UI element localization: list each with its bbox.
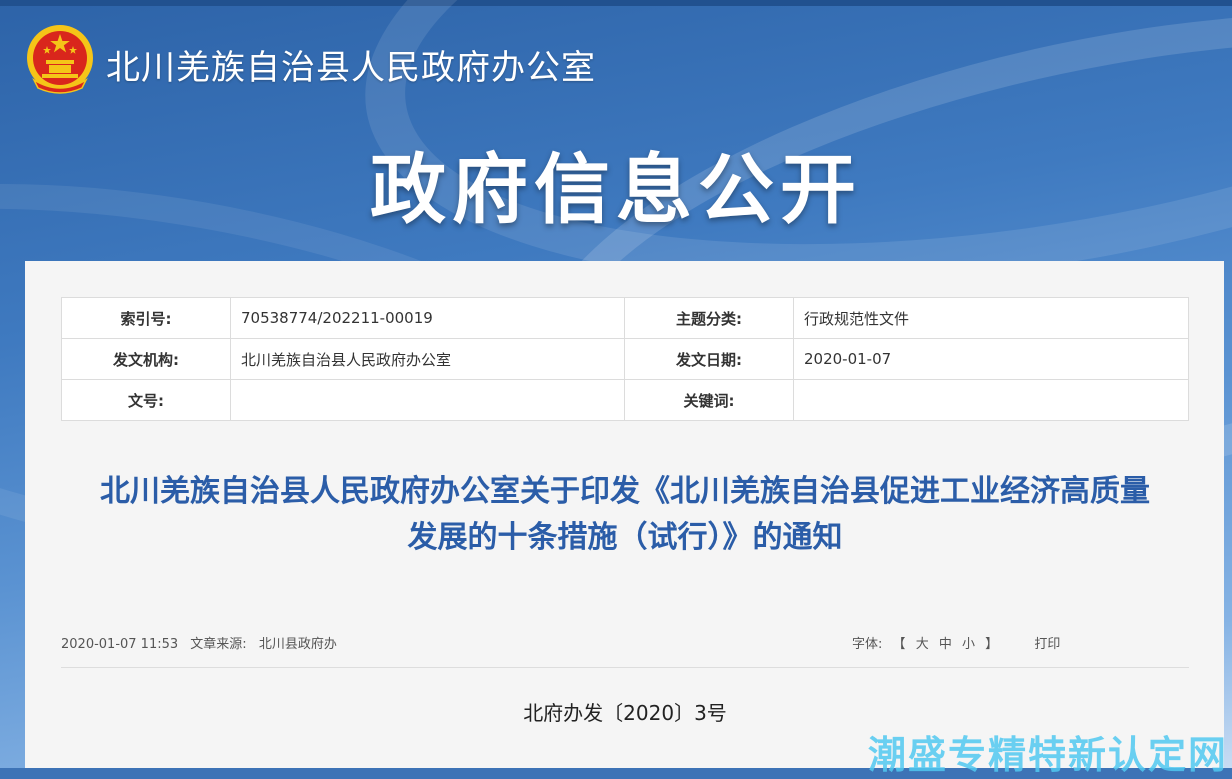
- index-value: 70538774/202211-00019: [230, 297, 625, 339]
- document-meta-table: 索引号: 70538774/202211-00019 主题分类: 行政规范性文件…: [61, 297, 1189, 421]
- source-value: 北川县政府办: [258, 637, 337, 652]
- font-large-button[interactable]: 大: [916, 637, 929, 652]
- source-label: 文章来源:: [190, 637, 247, 652]
- font-medium-button[interactable]: 中: [939, 637, 952, 652]
- font-size-label: 字体:: [852, 637, 883, 652]
- docno-label: 文号:: [61, 379, 231, 421]
- document-title-line: 北川羌族自治县人民政府办公室关于印发《北川羌族自治县促进工业经济高质量: [100, 474, 1150, 509]
- keywords-value: [793, 379, 1189, 421]
- table-row: 发文机构: 北川羌族自治县人民政府办公室 发文日期: 2020-01-07: [61, 338, 1189, 380]
- publish-time: 2020-01-07 11:53: [61, 637, 179, 652]
- article-meta: 2020-01-07 11:53 文章来源: 北川县政府办: [61, 633, 345, 652]
- table-row: 文号: 关键词:: [61, 379, 1189, 421]
- category-label: 主题分类:: [624, 297, 794, 339]
- article-info-bar: 2020-01-07 11:53 文章来源: 北川县政府办 字体: 【 大 中 …: [61, 633, 1189, 668]
- watermark: 潮盛专精特新认定网: [867, 733, 1228, 777]
- index-label: 索引号:: [61, 297, 231, 339]
- banner-title: 政府信息公开: [370, 145, 862, 234]
- date-label: 发文日期:: [624, 338, 794, 380]
- bracket-open: 【: [892, 637, 906, 652]
- document-number: 北府办发〔2020〕3号: [523, 701, 727, 725]
- content-panel: 索引号: 70538774/202211-00019 主题分类: 行政规范性文件…: [25, 261, 1224, 768]
- table-row: 索引号: 70538774/202211-00019 主题分类: 行政规范性文件: [61, 297, 1189, 339]
- bracket-close: 】: [985, 637, 999, 652]
- article-tools: 字体: 【 大 中 小 】 打印: [852, 633, 1066, 652]
- print-button[interactable]: 打印: [1034, 637, 1060, 652]
- site-title[interactable]: 北川羌族自治县人民政府办公室: [106, 40, 596, 89]
- date-value: 2020-01-07: [793, 338, 1189, 380]
- national-emblem-icon: [27, 25, 93, 94]
- font-small-button[interactable]: 小: [962, 637, 975, 652]
- issuer-label: 发文机构:: [61, 338, 231, 380]
- category-value: 行政规范性文件: [793, 297, 1189, 339]
- document-title: 北川羌族自治县人民政府办公室关于印发《北川羌族自治县促进工业经济高质量 发展的十…: [61, 469, 1189, 561]
- issuer-value: 北川羌族自治县人民政府办公室: [230, 338, 625, 380]
- document-title-line: 发展的十条措施（试行）》的通知: [407, 520, 843, 555]
- keywords-label: 关键词:: [624, 379, 794, 421]
- docno-value: [230, 379, 625, 421]
